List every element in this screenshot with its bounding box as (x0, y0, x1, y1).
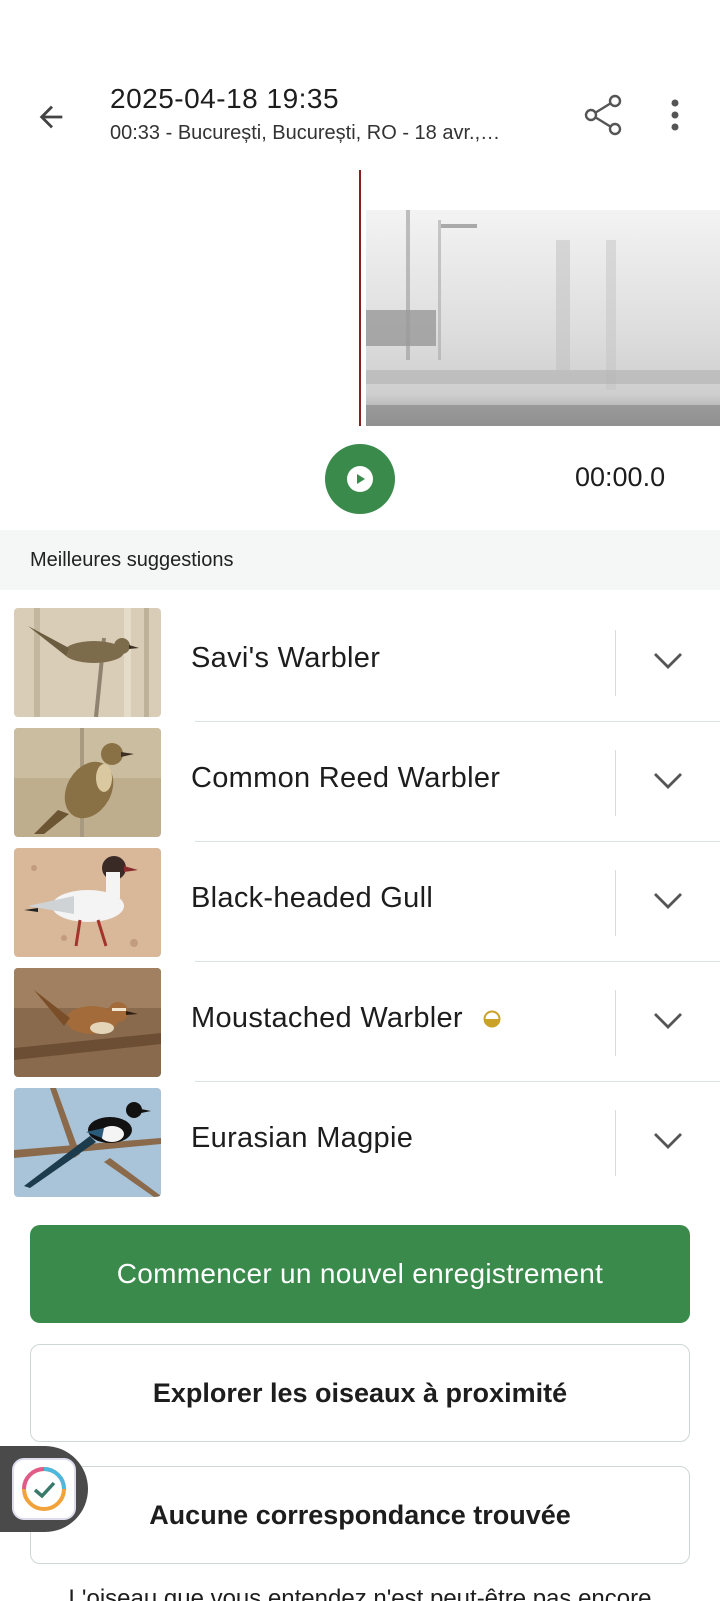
play-button[interactable] (325, 444, 395, 514)
species-name: Black-headed Gull (191, 882, 434, 914)
arrow-left-icon (39, 105, 63, 129)
divider (615, 870, 616, 936)
expand-button[interactable] (640, 876, 695, 926)
spectrogram-image (366, 210, 720, 426)
moustached-warbler-photo (14, 968, 161, 1077)
floating-app-bubble[interactable] (0, 1446, 88, 1532)
suggestion-item[interactable]: Moustached Warbler (0, 960, 720, 1082)
explore-nearby-button[interactable]: Explorer les oiseaux à proximité (30, 1344, 690, 1442)
half-circle-icon (483, 1010, 501, 1027)
expand-button[interactable] (640, 1116, 695, 1166)
species-name: Moustached Warbler (191, 1002, 501, 1035)
expand-button[interactable] (640, 636, 695, 686)
play-icon (347, 466, 373, 492)
task-check-icon (12, 1458, 76, 1520)
expand-button[interactable] (640, 756, 695, 806)
playback-time: 00:00.0 (575, 462, 666, 492)
share-icon (584, 94, 622, 136)
recording-title: 2025-04-18 19:35 (110, 83, 340, 114)
species-name: Eurasian Magpie (191, 1122, 414, 1154)
common-reed-warbler-photo (14, 728, 161, 837)
share-button[interactable] (578, 90, 628, 140)
divider (615, 1110, 616, 1176)
recording-subtitle: 00:33 - București, București, RO - 18 av… (110, 122, 501, 144)
species-name-text: Moustached Warbler (191, 1002, 463, 1034)
suggestion-item[interactable]: Black-headed Gull (0, 840, 720, 962)
spectrogram[interactable] (0, 170, 720, 426)
more-vert-icon (671, 99, 679, 131)
section-title: Meilleures suggestions (30, 549, 234, 571)
species-name: Savi's Warbler (191, 642, 381, 674)
expand-button[interactable] (640, 996, 695, 1046)
chevron-down-icon (653, 653, 682, 669)
divider (615, 630, 616, 696)
eurasian-magpie-photo (14, 1088, 161, 1197)
playhead (359, 170, 361, 426)
divider (615, 990, 616, 1056)
divider (615, 750, 616, 816)
new-recording-button[interactable]: Commencer un nouvel enregistrement (30, 1225, 690, 1323)
top-app-bar: 2025-04-18 19:35 00:33 - București, Bucu… (0, 70, 720, 160)
savis-warbler-photo (14, 608, 161, 717)
chevron-down-icon (653, 1013, 682, 1029)
more-options-button[interactable] (655, 90, 695, 140)
black-headed-gull-photo (14, 848, 161, 957)
suggestion-item[interactable]: Eurasian Magpie (0, 1080, 720, 1200)
chevron-down-icon (653, 773, 682, 789)
suggestion-item[interactable]: Common Reed Warbler (0, 720, 720, 842)
suggestion-item[interactable]: Savi's Warbler (0, 600, 720, 722)
footer-text: L'oiseau que vous entendez n'est peut-êt… (68, 1585, 652, 1601)
no-match-button[interactable]: Aucune correspondance trouvée (30, 1466, 690, 1564)
chevron-down-icon (653, 893, 682, 909)
species-name: Common Reed Warbler (191, 762, 501, 794)
back-button[interactable] (28, 94, 74, 140)
chevron-down-icon (653, 1133, 682, 1149)
section-header: Meilleures suggestions (0, 530, 720, 590)
